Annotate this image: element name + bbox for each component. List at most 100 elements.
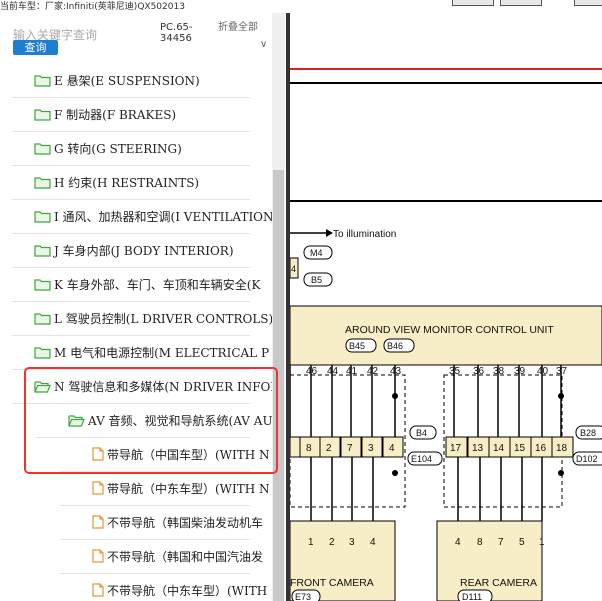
splice-dot — [392, 470, 398, 476]
rear-camera-label: REAR CAMERA — [460, 577, 537, 589]
pin-number: 2 — [329, 537, 335, 548]
folder-icon — [34, 176, 51, 189]
tree-item[interactable]: 带导航（中国车型）(WITH N — [92, 437, 270, 471]
connector-cell-label: 4 — [389, 443, 395, 454]
tree-item-label: K 车身外部、车门、车顶和车辆安全(K — [54, 277, 261, 292]
tree-item[interactable]: 带导航（中东车型）(WITH N — [92, 471, 270, 505]
pin-number: 40 — [537, 366, 549, 377]
folder-icon — [34, 108, 51, 121]
folder-icon — [34, 142, 51, 155]
tree-item[interactable]: 不带导航（韩国柴油发动机车 — [92, 505, 263, 539]
connector-cell-label: 17 — [450, 443, 462, 454]
connector-cell-label: 16 — [535, 443, 547, 454]
sidebar-tree-panel: 输入关键字查询 查询 PC.65-34456 折叠全部 ∨ E 悬架(E SUS… — [0, 13, 287, 601]
pin-number: 39 — [514, 366, 526, 377]
edge-pin-number: 4 — [291, 264, 296, 274]
connector-cell-label: 7 — [347, 443, 353, 454]
collapse-all-button[interactable]: 折叠全部 — [218, 22, 258, 33]
tree-item-label: J 车身内部(J BODY INTERIOR) — [54, 243, 234, 258]
tree-item[interactable]: 不带导航（韩国和中国汽油发 — [92, 539, 263, 573]
tree-item[interactable]: J 车身内部(J BODY INTERIOR) — [34, 233, 234, 267]
connector-tag-d102: D102 — [576, 454, 598, 464]
folder-icon — [34, 74, 51, 87]
connector-tag-d111: D111 — [462, 592, 482, 601]
connector-tag-b45: B45 — [349, 341, 365, 351]
connector-cell-label: 15 — [514, 443, 526, 454]
tree-item-label: 不带导航（中东车型）(WITH — [107, 583, 268, 598]
pin-number: 5 — [519, 537, 525, 548]
tree-item-label: 不带导航（韩国柴油发动机车 — [107, 515, 264, 530]
connector-tag-m4: M4 — [310, 248, 323, 258]
tree-item[interactable]: G 转向(G STEERING) — [34, 131, 182, 165]
folder-icon — [34, 210, 51, 223]
control-unit-title: AROUND VIEW MONITOR CONTROL UNIT — [345, 324, 554, 336]
splice-dot — [558, 470, 564, 476]
tree-item[interactable]: E 悬架(E SUSPENSION) — [34, 63, 200, 97]
toolbar-button-stub[interactable] — [500, 0, 542, 6]
pin-number: 3 — [349, 537, 355, 548]
tree-item-label: M 电气和电源控制(M ELECTRICAL P — [54, 345, 270, 360]
rear-camera-box — [436, 520, 543, 601]
connector-tag-e73: E73 — [295, 592, 311, 601]
tree-item-label: E 悬架(E SUSPENSION) — [54, 73, 200, 88]
connector-tag-b4: B4 — [416, 428, 427, 438]
tree-item[interactable]: 不带导航（中东车型）(WITH — [92, 573, 267, 601]
tree-item-label: AV 音频、视觉和导航系统(AV AU — [88, 413, 273, 428]
pin-number: 42 — [367, 366, 379, 377]
pin-number: 7 — [498, 537, 504, 548]
tree-item[interactable]: I 通风、加热器和空调(I VENTILATION — [34, 199, 274, 233]
pin-number: 36 — [473, 366, 485, 377]
front-camera-box — [290, 520, 396, 601]
arrow-icon — [326, 229, 333, 237]
pc-code-label: PC.65-34456 — [160, 22, 193, 44]
scrollbar-thumb[interactable] — [273, 170, 284, 601]
connector-tag-b5: B5 — [311, 275, 322, 285]
tree-item-label: N 驾驶信息和多媒体(N DRIVER INFOR — [54, 379, 280, 394]
toolbar-button-stub[interactable] — [452, 0, 494, 6]
document-icon — [92, 549, 104, 563]
folder-icon — [34, 346, 51, 359]
folder-open-icon — [68, 414, 85, 427]
chevron-down-icon[interactable]: ∨ — [260, 39, 267, 50]
wiring-diagram: To illumination 4 M4 B5 AROUND VIEW MONI… — [290, 68, 602, 601]
pin-number: 44 — [327, 366, 339, 377]
tree-item[interactable]: K 车身外部、车门、车顶和车辆安全(K — [34, 267, 260, 301]
pin-number: 1 — [539, 537, 545, 548]
tree-item-label: L 驾驶员控制(L DRIVER CONTROLS) — [54, 311, 274, 326]
tree-item-label: H 约束(H RESTRAINTS) — [54, 175, 200, 190]
pin-number: 46 — [306, 366, 318, 377]
pin-number: 38 — [493, 366, 505, 377]
folder-icon — [34, 278, 51, 291]
pin-number: 8 — [477, 537, 483, 548]
tree-item[interactable]: N 驾驶信息和多媒体(N DRIVER INFOR — [34, 369, 279, 403]
connector-tag-e104: E104 — [411, 454, 432, 464]
tree-item[interactable]: L 驾驶员控制(L DRIVER CONTROLS) — [34, 301, 273, 335]
connector-cell-label: 13 — [472, 443, 484, 454]
tree-item[interactable]: F 制动器(F BRAKES) — [34, 97, 176, 131]
document-icon — [92, 447, 104, 461]
connector-tag-b46: B46 — [387, 341, 403, 351]
folder-icon — [34, 244, 51, 257]
pin-number: 41 — [346, 366, 358, 377]
tree-item-label: F 制动器(F BRAKES) — [54, 107, 177, 122]
connector-cell-label: 18 — [556, 443, 568, 454]
tree-item-label: 带导航（中国车型）(WITH N — [107, 447, 270, 462]
top-bar: 当前车型：厂家:Infiniti(英菲尼迪)QX502013 — [0, 0, 602, 13]
tree-item[interactable]: M 电气和电源控制(M ELECTRICAL P — [34, 335, 269, 369]
pin-number: 1 — [308, 537, 314, 548]
to-illumination-label: To illumination — [333, 229, 396, 240]
document-icon — [92, 481, 104, 495]
query-button[interactable]: 查询 — [13, 40, 58, 55]
tree-item-label: G 转向(G STEERING) — [54, 141, 182, 156]
car-model-label: 当前车型：厂家:Infiniti(英菲尼迪)QX502013 — [0, 2, 185, 12]
tree-item[interactable]: AV 音频、视觉和导航系统(AV AU — [68, 403, 273, 437]
splice-dot — [392, 393, 398, 399]
toolbar-button-stub[interactable] — [574, 0, 602, 6]
connector-cell-label: 2 — [326, 443, 332, 454]
tree-item-label: I 通风、加热器和空调(I VENTILATION — [54, 209, 274, 224]
pin-number: 4 — [370, 537, 376, 548]
tree-item[interactable]: H 约束(H RESTRAINTS) — [34, 165, 199, 199]
tree-item-label: 带导航（中东车型）(WITH N — [107, 481, 270, 496]
splice-dot — [558, 393, 564, 399]
tree-item-label: 不带导航（韩国和中国汽油发 — [107, 549, 264, 564]
